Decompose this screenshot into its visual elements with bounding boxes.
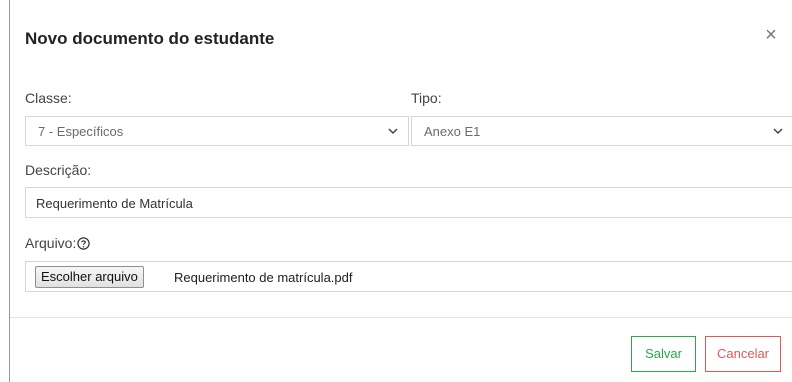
close-icon[interactable]: × — [762, 25, 780, 45]
dialog-title: Novo documento do estudante — [25, 29, 275, 48]
save-button[interactable]: Salvar — [631, 336, 696, 372]
dialog-header: Novo documento do estudante × — [10, 0, 792, 76]
tipo-select[interactable]: Anexo E1 — [411, 116, 792, 146]
cancel-button[interactable]: Cancelar — [705, 336, 781, 372]
file-input[interactable]: Escolher arquivo Requerimento de matrícu… — [25, 261, 792, 292]
footer-divider — [10, 317, 792, 318]
new-student-document-dialog: Novo documento do estudante × Classe: 7 … — [10, 0, 792, 382]
choose-file-button[interactable]: Escolher arquivo — [35, 266, 144, 288]
descricao-input[interactable]: Requerimento de Matrícula — [25, 187, 792, 218]
arquivo-label: Arquivo: — [25, 235, 77, 251]
classe-label: Classe: — [25, 90, 72, 106]
tipo-select-value: Anexo E1 — [424, 124, 481, 139]
chevron-down-icon — [388, 128, 398, 135]
descricao-input-value: Requerimento de Matrícula — [36, 196, 193, 211]
chevron-down-icon — [773, 128, 783, 135]
descricao-label: Descrição: — [25, 162, 92, 178]
selected-file-name: Requerimento de matrícula.pdf — [174, 270, 353, 285]
help-circle-icon[interactable] — [77, 237, 91, 250]
arquivo-label-row: Arquivo: — [25, 235, 91, 251]
classe-select-value: 7 - Específicos — [38, 124, 124, 139]
tipo-label: Tipo: — [411, 90, 442, 106]
classe-select[interactable]: 7 - Específicos — [25, 116, 409, 146]
